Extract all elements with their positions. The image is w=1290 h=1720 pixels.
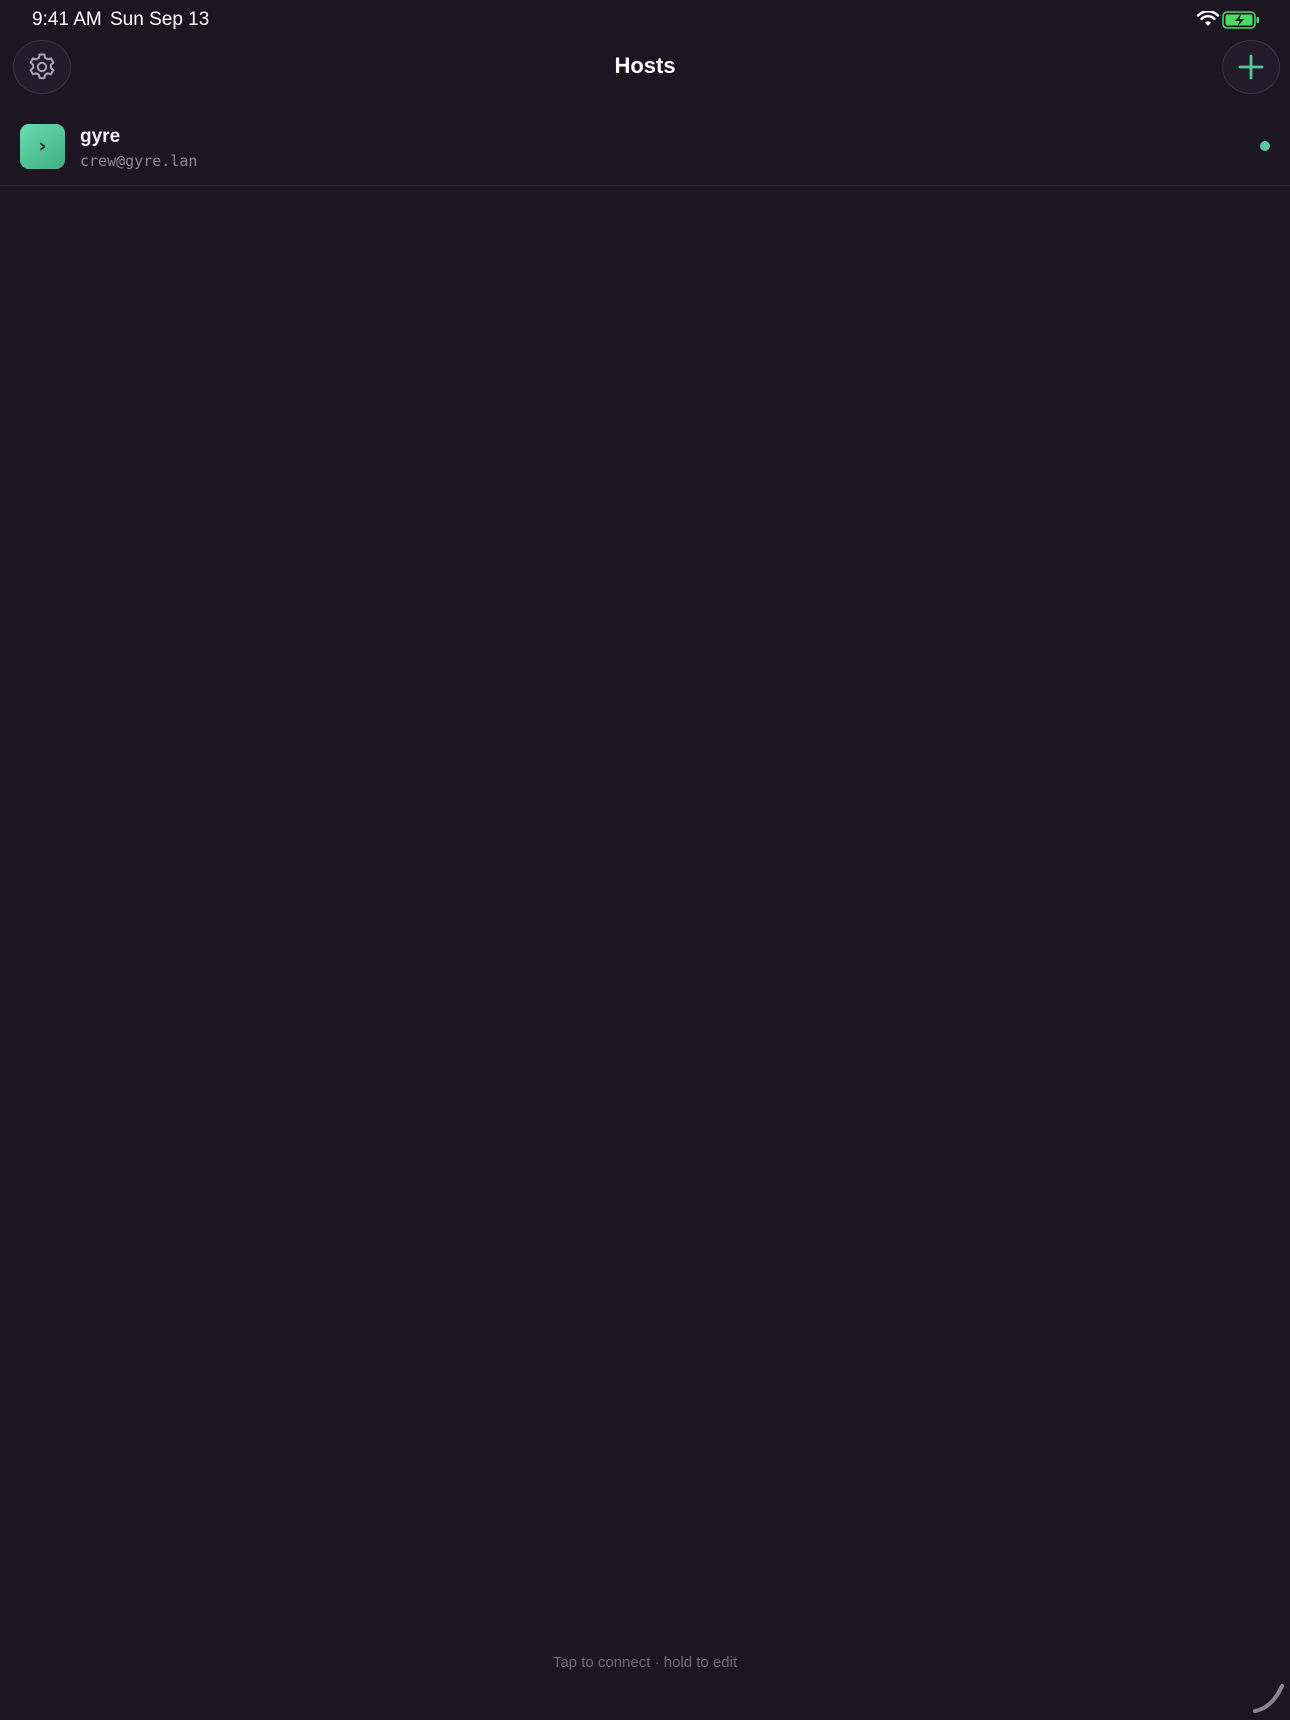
hosts-screen: 9:41 AM Sun Sep 13 Hosts › gyre crew@gyr… (0, 0, 1290, 1720)
home-indicator[interactable] (1252, 1680, 1286, 1714)
status-bar: 9:41 AM Sun Sep 13 (0, 0, 1290, 40)
host-row[interactable]: › gyre crew@gyre.lan (0, 110, 1290, 186)
terminal-prompt-icon: › (38, 135, 47, 157)
add-host-button[interactable] (1222, 40, 1280, 94)
plus-icon (1238, 54, 1264, 80)
page-title: Hosts (614, 53, 676, 78)
status-date: Sun Sep 13 (110, 9, 210, 30)
status-online-dot (1260, 141, 1270, 151)
status-time: 9:41 AM (32, 9, 102, 30)
host-address: crew@gyre.lan (80, 152, 198, 170)
host-name: gyre (80, 126, 121, 147)
host-avatar: › (20, 124, 65, 169)
wifi-icon (1196, 11, 1220, 26)
footer-hint: Tap to connect · hold to edit (552, 1654, 738, 1671)
battery-charging-icon (1222, 11, 1259, 29)
